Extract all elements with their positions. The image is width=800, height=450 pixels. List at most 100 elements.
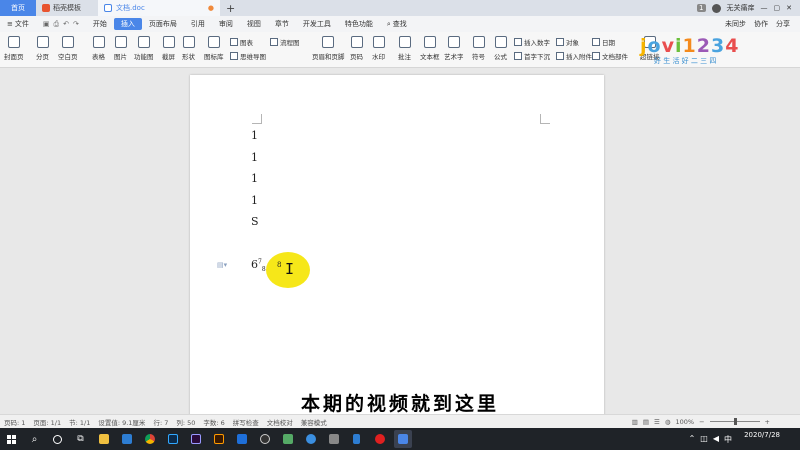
screenshot-button[interactable]: 截屏 (162, 36, 175, 61)
insert-attachment-button[interactable]: 插入附件 (556, 51, 592, 61)
doc-small-note[interactable]: 8 (277, 261, 281, 269)
status-row[interactable]: 行: 7 (149, 417, 172, 427)
symbol-button[interactable]: 符号 (472, 36, 485, 61)
watermark-button[interactable]: 水印 (372, 36, 385, 61)
zoom-slider[interactable] (709, 418, 760, 425)
outline-mode-icon[interactable]: ☰ (654, 418, 660, 426)
page-break-button[interactable]: 分页 (36, 36, 49, 61)
menu-file[interactable]: ≡ 文件 (0, 16, 36, 32)
taskbar-chrome[interactable] (141, 430, 159, 448)
menu-item-features[interactable]: 特色功能 (338, 16, 380, 32)
wordart-button[interactable]: 艺术字 (444, 36, 464, 61)
taskbar-clock[interactable]: 2020/7/28 (744, 431, 780, 439)
shape-button[interactable]: 形状 (182, 36, 195, 61)
taskbar-illustrator[interactable] (210, 430, 228, 448)
zoom-out-icon[interactable]: − (699, 418, 704, 426)
volume-icon[interactable]: ◀ (713, 434, 719, 445)
taskbar-wps[interactable] (393, 430, 412, 448)
document-page[interactable] (190, 75, 604, 420)
taskbar-cortana[interactable] (49, 430, 67, 448)
maximize-icon[interactable]: ▢ (774, 4, 781, 12)
page-number-button[interactable]: 页码 (350, 36, 363, 61)
menu-item-layout[interactable]: 页面布局 (142, 16, 184, 32)
taskbar-app-3[interactable] (325, 430, 343, 448)
status-page[interactable]: 页码: 1 (0, 417, 29, 427)
minimize-icon[interactable]: — (761, 4, 768, 12)
taskbar-search[interactable]: ⌕ (26, 430, 44, 448)
chart-button[interactable]: 图表 (230, 37, 253, 47)
menu-item-review[interactable]: 审阅 (212, 16, 240, 32)
view-mode-icon[interactable]: ▥ (632, 418, 638, 426)
save-icon[interactable]: ▣ (43, 20, 50, 28)
object-button[interactable]: 对象 (556, 37, 579, 47)
tray-chevron-icon[interactable]: ⌃ (689, 434, 696, 445)
menu-item-devtools[interactable]: 开发工具 (296, 16, 338, 32)
start-button[interactable] (3, 430, 21, 448)
status-proof[interactable]: 文档校对 (263, 417, 297, 427)
collaborate-button[interactable]: 协作 (754, 19, 768, 29)
doc-line-3[interactable]: 1 (251, 172, 258, 185)
table-button[interactable]: 表格 (92, 36, 105, 61)
taskbar-phone[interactable] (348, 430, 366, 448)
print-icon[interactable]: ⎙ (54, 20, 60, 29)
menu-item-view[interactable]: 视图 (240, 16, 268, 32)
status-setting[interactable]: 设置值: 9.1厘米 (94, 417, 149, 427)
taskbar-premiere[interactable] (187, 430, 205, 448)
taskbar-app-blue[interactable] (233, 430, 251, 448)
taskbar-taskview[interactable]: ⧉ (72, 430, 90, 448)
function-chart-button[interactable]: 功能图 (134, 36, 154, 61)
menu-item-reference[interactable]: 引用 (184, 16, 212, 32)
search-button[interactable]: ⌕ 查找 (380, 16, 414, 32)
doc-line-4[interactable]: 1 (251, 194, 258, 207)
taskbar-app-2[interactable] (279, 430, 297, 448)
new-tab-button[interactable]: + (220, 0, 241, 16)
doc-line-6[interactable]: 678 (251, 258, 266, 273)
doc-line-5[interactable]: S (251, 215, 259, 228)
formula-button[interactable]: 公式 (494, 36, 507, 61)
quick-access-toolbar[interactable]: ▣ ⎙ ↶ ↷ (36, 16, 86, 32)
header-footer-button[interactable]: 页眉和页脚 (312, 36, 345, 61)
doc-parts-button[interactable]: 文档部件 (592, 51, 628, 61)
tab-home[interactable]: 首页 (0, 0, 36, 16)
insert-number-button[interactable]: 插入数字 (514, 37, 550, 47)
status-spell[interactable]: 拼写检查 (229, 417, 263, 427)
ime-icon[interactable]: 中 (724, 434, 732, 445)
drop-cap-button[interactable]: 首字下沉 (514, 51, 550, 61)
mindmap-button[interactable]: 思维导图 (230, 51, 266, 61)
taskbar-recorder[interactable] (371, 430, 389, 448)
redo-icon[interactable]: ↷ (73, 20, 79, 28)
close-icon[interactable]: ✕ (786, 4, 792, 12)
zoom-in-icon[interactable]: + (765, 418, 770, 426)
undo-icon[interactable]: ↶ (63, 20, 69, 28)
doc-line-1[interactable]: 1 (251, 129, 258, 142)
user-name[interactable]: 无关痛痒 (727, 3, 755, 13)
taskbar-store[interactable] (118, 430, 136, 448)
taskbar-explorer[interactable] (95, 430, 113, 448)
textbox-button[interactable]: 文本框 (420, 36, 440, 61)
sync-status[interactable]: 未同步 (725, 19, 746, 29)
picture-button[interactable]: 图片 (114, 36, 127, 61)
notification-badge[interactable]: 1 (697, 4, 706, 12)
blank-page-button[interactable]: 空白页 (58, 36, 78, 61)
date-button[interactable]: 日期 (592, 37, 615, 47)
paragraph-handle-icon[interactable]: ▤▾ (217, 261, 227, 269)
avatar[interactable] (711, 3, 721, 13)
menu-item-insert[interactable]: 插入 (113, 18, 142, 30)
zoom-level[interactable]: 100% (676, 418, 695, 426)
network-icon[interactable]: ◫ (700, 434, 708, 445)
status-section[interactable]: 节: 1/1 (65, 417, 94, 427)
menu-item-section[interactable]: 章节 (268, 16, 296, 32)
taskbar-obs[interactable] (256, 430, 274, 448)
tab-document[interactable]: 文档.doc ● (98, 0, 220, 16)
taskbar-cloud[interactable] (302, 430, 320, 448)
read-mode-icon[interactable]: ▤ (643, 418, 649, 426)
taskbar-photoshop[interactable] (164, 430, 182, 448)
web-mode-icon[interactable]: ◍ (665, 418, 671, 426)
status-col[interactable]: 列: 50 (172, 417, 199, 427)
icon-library-button[interactable]: 图标库 (204, 36, 224, 61)
status-pages[interactable]: 页面: 1/1 (29, 417, 65, 427)
menu-item-start[interactable]: 开始 (86, 16, 114, 32)
comment-button[interactable]: 批注 (398, 36, 411, 61)
tab-template[interactable]: 稻壳模板 (36, 0, 98, 16)
cover-page-button[interactable]: 封面页 (4, 36, 24, 61)
